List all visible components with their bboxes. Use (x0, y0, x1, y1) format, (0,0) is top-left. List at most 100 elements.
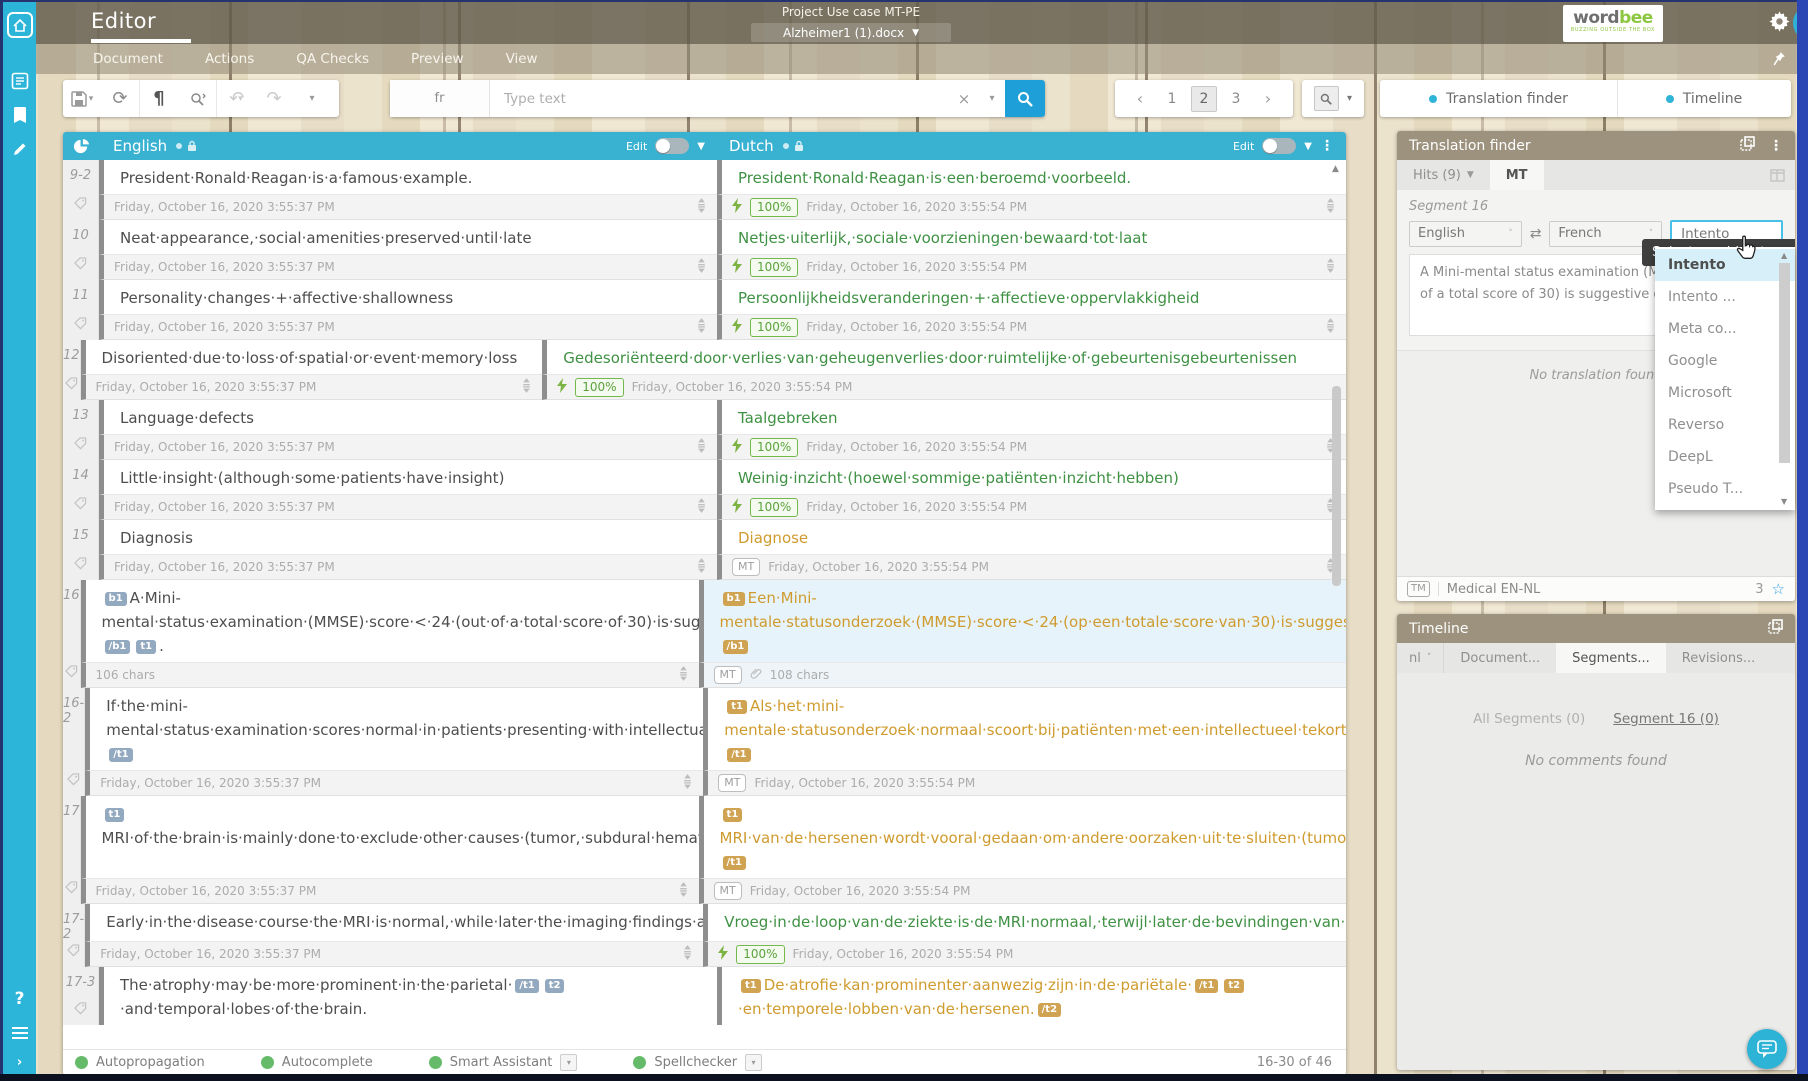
help-icon[interactable]: ? (3, 982, 36, 1016)
menu-item-qa-checks[interactable]: QA Checks (296, 51, 369, 67)
menu-item-view[interactable]: View (506, 51, 538, 67)
target-segment-text[interactable]: t1De·atrofie·kan·prominenter·aanwezig·zi… (717, 967, 1346, 1025)
target-segment-text[interactable]: Persoonlijkheidsveranderingen·+·affectie… (717, 280, 1346, 314)
pie-chart-icon[interactable] (63, 132, 99, 160)
refresh-button[interactable]: ⟳ (101, 80, 139, 117)
source-edit-toggle[interactable] (655, 138, 689, 154)
paperclip-icon[interactable] (750, 667, 762, 683)
drag-handle-icon[interactable] (696, 318, 707, 336)
page-2-button[interactable]: 2 (1191, 86, 1217, 112)
tm-resource-row[interactable]: TM Medical EN-NL 3 ☆ (1397, 576, 1795, 601)
tag-icon[interactable] (67, 771, 80, 790)
page-3-button[interactable]: 3 (1223, 86, 1249, 112)
tag-icon[interactable] (74, 495, 87, 514)
toggle-dropdown-chevron[interactable]: ▾ (560, 1054, 577, 1071)
detach-panel-icon[interactable] (1768, 619, 1783, 638)
target-segment-text[interactable]: Diagnose (717, 520, 1346, 554)
menu-item-preview[interactable]: Preview (411, 51, 464, 67)
scope-link-segment-16-0-[interactable]: Segment 16 (0) (1613, 711, 1719, 727)
scroll-up-icon[interactable]: ▲ (1781, 251, 1787, 260)
source-segment-text[interactable]: b1A·Mini-mental·status·examination·(MMSE… (81, 580, 699, 662)
statusbar-toggle-autopropagation[interactable]: Autopropagation (75, 1055, 205, 1070)
page-tools-chevron[interactable]: ▾ (1347, 93, 1352, 104)
drag-handle-icon[interactable] (696, 198, 707, 216)
history-dropdown-button[interactable]: ▾ (293, 80, 331, 117)
source-segment-text[interactable]: t1MRI·of·the·brain·is·mainly·done·to·exc… (81, 796, 699, 878)
scroll-up-icon[interactable]: ▲ (1332, 164, 1339, 174)
scrollbar-thumb[interactable] (1332, 386, 1341, 586)
find-replace-button[interactable] (178, 80, 216, 117)
formatting-marks-button[interactable]: ¶ (140, 80, 178, 117)
target-segment-text[interactable]: Vroeg·in·de·loop·van·de·ziekte·is·de·MRI… (703, 904, 1346, 941)
tab-hits[interactable]: Hits (9)▼ (1397, 160, 1490, 190)
detach-panel-icon[interactable] (1740, 136, 1755, 155)
source-segment-text[interactable]: The·atrophy·may·be·more·prominent·in·the… (99, 967, 717, 1025)
tab-mt[interactable]: MT (1490, 160, 1544, 190)
search-button[interactable] (1005, 80, 1045, 117)
target-segment-text[interactable]: t1MRI·van·de·hersenen·wordt·vooral·gedaa… (699, 796, 1346, 878)
favorite-star-icon[interactable]: ☆ (1772, 580, 1785, 598)
target-segment-text[interactable]: President·Ronald·Reagan·is·een·beroemd·v… (717, 160, 1346, 194)
source-segment-text[interactable]: Personality·changes·+·affective·shallown… (99, 280, 717, 314)
tag-icon[interactable] (65, 375, 78, 394)
edit-icon[interactable] (3, 132, 36, 166)
grid-scrollbar[interactable]: ▲ (1330, 164, 1343, 1045)
search-scope-label[interactable]: fr (390, 80, 490, 117)
language-filter-select[interactable]: nl˅ (1397, 643, 1444, 673)
provider-option-intento[interactable]: Intento (1655, 249, 1795, 281)
drag-handle-icon[interactable] (696, 498, 707, 516)
prev-page-icon[interactable]: ‹ (1127, 86, 1153, 112)
tag-icon[interactable] (74, 255, 87, 274)
column-menu-icon[interactable]: ⋮ (1320, 138, 1334, 154)
target-segment-text[interactable]: t1Als·het·mini-mentale·statusonderzoek·n… (703, 688, 1346, 770)
panel-layout-icon[interactable] (1770, 160, 1795, 190)
target-segment-text[interactable]: Netjes·uiterlijk,·sociale·voorzieningen·… (717, 220, 1346, 254)
statusbar-toggle-smart-assistant[interactable]: Smart Assistant▾ (429, 1054, 578, 1071)
timeline-tab-segments[interactable]: Segments... (1556, 643, 1666, 673)
provider-option-intento-[interactable]: Intento ... (1655, 281, 1795, 313)
tag-icon[interactable] (74, 555, 87, 574)
tag-icon[interactable] (74, 1000, 87, 1019)
hamburger-menu-icon[interactable] (3, 1016, 36, 1050)
swap-languages-icon[interactable]: ⇄ (1530, 226, 1542, 242)
tag-icon[interactable] (65, 663, 78, 682)
statusbar-toggle-autocomplete[interactable]: Autocomplete (261, 1055, 373, 1070)
document-selector[interactable]: Alzheimer1 (1).docx▼ (751, 23, 951, 42)
source-segment-text[interactable]: Language·defects (99, 400, 717, 434)
next-page-icon[interactable]: › (1255, 86, 1281, 112)
drag-handle-icon[interactable] (678, 666, 689, 684)
redo-button[interactable]: ↷ (255, 80, 293, 117)
drag-handle-icon[interactable] (696, 258, 707, 276)
scrollbar-thumb[interactable] (1779, 263, 1790, 463)
timeline-toggle[interactable]: Timeline (1618, 80, 1790, 117)
page-1-button[interactable]: 1 (1159, 86, 1185, 112)
drag-handle-icon[interactable] (696, 438, 707, 456)
source-segment-text[interactable]: Neat·appearance,·social·amenities·preser… (99, 220, 717, 254)
target-segment-text[interactable]: Taalgebreken (717, 400, 1346, 434)
target-edit-toggle[interactable] (1262, 138, 1296, 154)
tag-icon[interactable] (74, 195, 87, 214)
toggle-dropdown-chevron[interactable]: ▾ (745, 1054, 762, 1071)
panel-menu-icon[interactable]: ⋮ (1769, 138, 1783, 154)
pin-panel-icon[interactable] (1773, 51, 1786, 70)
search-options-chevron[interactable]: ▾ (979, 93, 1005, 104)
target-segment-text[interactable]: b1Een·Mini-mentale·statusonderzoek·(MMSE… (699, 580, 1346, 662)
source-segment-text[interactable]: Diagnosis (99, 520, 717, 554)
provider-option-pseudo-t-[interactable]: Pseudo T... (1655, 473, 1795, 505)
menu-item-actions[interactable]: Actions (205, 51, 254, 67)
statusbar-toggle-spellchecker[interactable]: Spellchecker▾ (633, 1054, 762, 1071)
chat-button[interactable] (1747, 1029, 1787, 1069)
provider-option-google[interactable]: Google (1655, 345, 1795, 377)
tag-icon[interactable] (74, 435, 87, 454)
provider-option-meta-co-[interactable]: Meta co... (1655, 313, 1795, 345)
undo-button[interactable]: ↶▾ (217, 80, 255, 117)
timeline-tab-revisions[interactable]: Revisions... (1666, 643, 1772, 673)
tag-icon[interactable] (67, 942, 80, 961)
clear-search-icon[interactable]: × (949, 90, 979, 108)
drag-handle-icon[interactable] (682, 774, 693, 792)
drag-handle-icon[interactable] (696, 558, 707, 576)
save-button[interactable]: ▾ (63, 80, 101, 117)
source-language-select[interactable]: English˅ (1409, 221, 1522, 247)
provider-option-reverso[interactable]: Reverso (1655, 409, 1795, 441)
tag-icon[interactable] (65, 879, 78, 898)
